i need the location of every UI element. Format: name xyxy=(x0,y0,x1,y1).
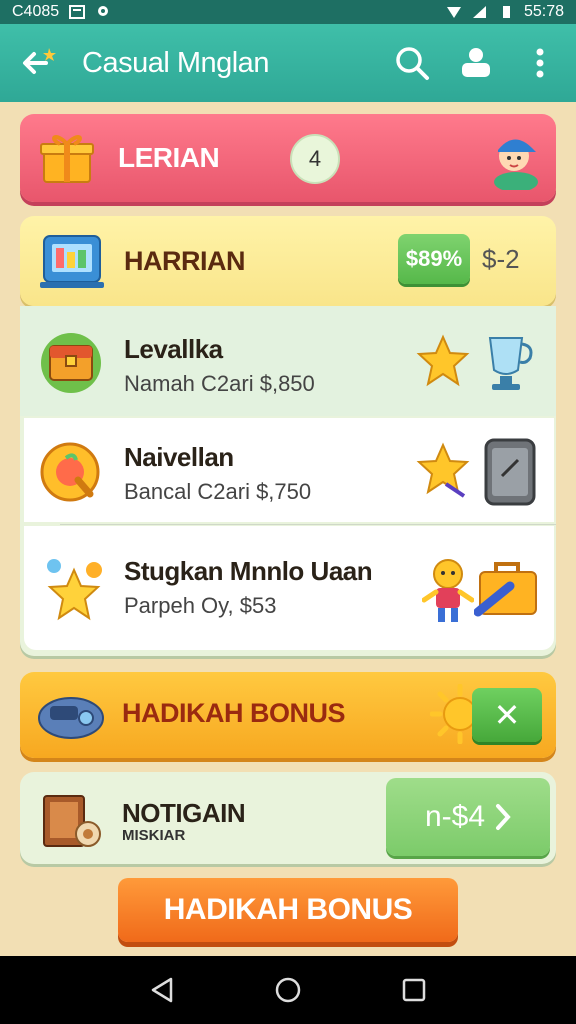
harrian-label: HARRIAN xyxy=(124,246,246,276)
item-title: Stugkan Mnnlo Uaan xyxy=(124,556,373,586)
page-title: Casual Mnglan xyxy=(82,46,269,79)
list-item[interactable]: Naivellan Bancal C2ari $,750 xyxy=(24,418,554,522)
treasure-chest-icon xyxy=(41,333,101,393)
notice-subtitle: MISKIAR xyxy=(122,827,186,844)
tablet-device-icon xyxy=(40,235,104,288)
item-subtitle: Namah C2ari $,850 xyxy=(124,371,315,396)
hadikah-bonus-button[interactable]: HADIKAH BONUS xyxy=(118,878,458,942)
briefcase-icon xyxy=(474,562,537,617)
discount-button[interactable]: $89% xyxy=(398,234,470,284)
phone-device-icon xyxy=(484,438,536,506)
book-icon xyxy=(43,795,101,847)
item-subtitle: Bancal C2ari $,750 xyxy=(124,479,312,504)
list-divider xyxy=(60,524,556,525)
status-time-left: C4085 xyxy=(12,3,60,20)
star-icon xyxy=(416,442,470,498)
home-circle-icon[interactable] xyxy=(274,976,302,1004)
location-icon xyxy=(98,6,109,16)
star-balloon-icon xyxy=(47,559,102,621)
status-bar: C4085 55:78 xyxy=(0,0,576,24)
app-bar: Casual Mnglan xyxy=(0,24,576,102)
close-button[interactable]: ✕ xyxy=(472,688,542,742)
notice-card[interactable]: NOTIGAIN MISKIAR n-$4 xyxy=(20,772,556,864)
item-title: Levallka xyxy=(124,334,223,364)
more-menu-button[interactable] xyxy=(518,41,562,85)
item-title: Naivellan xyxy=(124,442,234,472)
back-arrow-icon xyxy=(23,48,56,74)
more-vert-icon xyxy=(536,48,544,78)
game-console-icon xyxy=(38,697,104,739)
profile-button[interactable] xyxy=(454,41,498,85)
character-avatar-icon xyxy=(494,139,538,190)
notification-icon xyxy=(69,5,86,19)
search-button[interactable] xyxy=(390,41,434,85)
search-icon xyxy=(396,47,429,80)
item-list: Levallka Namah C2ari $,850 Naivellan Ban… xyxy=(20,306,556,656)
wifi-icon xyxy=(446,7,461,18)
notice-title: NOTIGAIN xyxy=(122,798,246,828)
trophy-cup-icon xyxy=(488,337,533,390)
lerian-count-badge: 4 xyxy=(290,134,340,184)
user-icon xyxy=(462,48,490,77)
list-item[interactable]: Levallka Namah C2ari $,850 xyxy=(20,306,556,416)
recents-square-icon[interactable] xyxy=(401,977,427,1003)
harrian-card[interactable]: HARRIAN $89% $-2 xyxy=(20,216,556,306)
list-item[interactable]: Stugkan Mnnlo Uaan Parpeh Oy, $53 xyxy=(24,526,554,650)
battery-icon xyxy=(502,6,510,18)
system-nav-bar xyxy=(0,956,576,1024)
lerian-label: LERIAN xyxy=(118,142,220,173)
lerian-card[interactable]: LERIAN 4 xyxy=(20,114,556,202)
back-button[interactable] xyxy=(14,41,58,85)
item-subtitle: Parpeh Oy, $53 xyxy=(124,593,277,618)
signal-icon xyxy=(472,6,486,18)
harrian-price: $-2 xyxy=(482,244,520,274)
chevron-right-icon xyxy=(496,804,511,830)
status-time-right: 55:78 xyxy=(523,3,564,20)
q-coin-icon xyxy=(40,442,100,502)
bonus-card[interactable]: HADIKAH BONUS ✕ xyxy=(20,672,556,758)
back-triangle-icon[interactable] xyxy=(149,976,175,1004)
gift-box-icon xyxy=(40,135,94,183)
notice-price: n-$4 xyxy=(424,800,486,833)
notice-price-button[interactable]: n-$4 xyxy=(386,778,550,856)
character-icon xyxy=(422,559,474,622)
star-icon xyxy=(416,334,470,387)
bonus-label: HADIKAH BONUS xyxy=(122,698,346,728)
